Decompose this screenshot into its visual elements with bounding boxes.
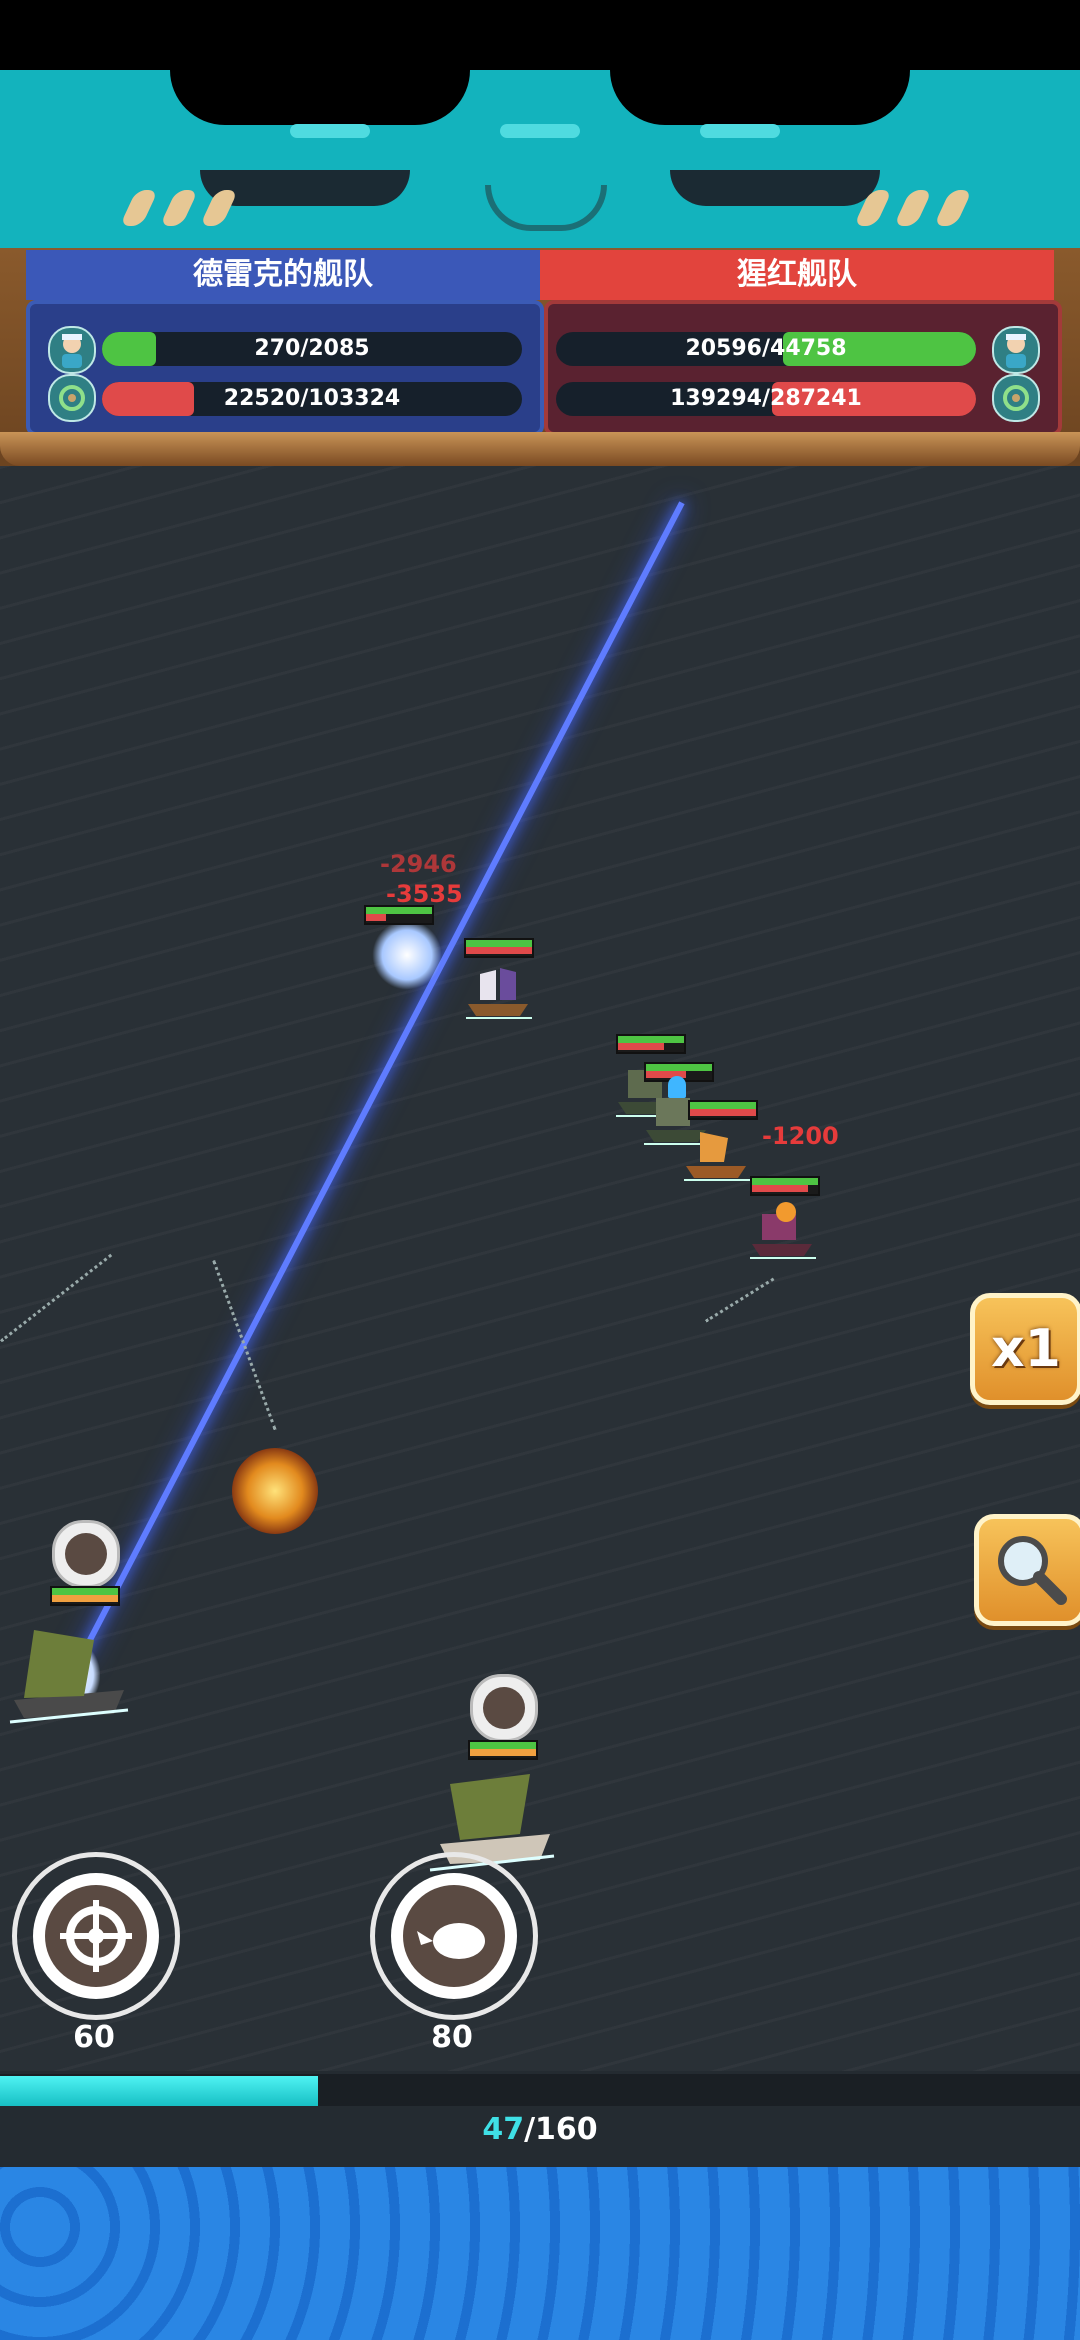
mascot-ear-gap [170, 70, 470, 125]
mascot-ear-gap [610, 70, 910, 125]
skill-button-cannon[interactable] [370, 1852, 538, 2020]
mascot-highlight [500, 124, 580, 138]
enemy-hp-bar [364, 905, 434, 925]
enemy-hp-bar [750, 1176, 820, 1196]
right-ships-value: 139294/287241 [670, 386, 862, 411]
skill-cost-helm: 60 [73, 2020, 115, 2055]
ally-skill-indicator [470, 1674, 538, 1742]
enemy-ship-purple-galleon[interactable] [462, 960, 534, 1022]
ship-helm-icon [992, 374, 1040, 422]
mascot-eye-right [670, 170, 880, 206]
left-crew-value: 270/2085 [254, 336, 370, 361]
ship-helm-icon [48, 374, 96, 422]
ocean-waves-decoration [0, 2167, 1080, 2340]
energy-current: 47 [482, 2112, 525, 2147]
energy-separator: / [524, 2112, 536, 2147]
damage-number: -2946 [380, 850, 457, 878]
mascot-highlight [290, 124, 370, 138]
right-crew-value: 20596/44758 [685, 336, 847, 361]
enemy-ship-burning[interactable] [746, 1200, 818, 1262]
cannonball-icon [417, 1923, 485, 1959]
explosion-effect [232, 1448, 318, 1534]
right-crew-bar: 20596/44758 [556, 332, 976, 366]
magnifier-icon [998, 1536, 1067, 1605]
enemy-hp-bar [688, 1100, 758, 1120]
energy-bar-fill [0, 2076, 318, 2106]
left-team-name: 德雷克的舰队 [26, 250, 540, 300]
impact-flash [372, 920, 442, 990]
sailor-icon [992, 326, 1040, 374]
left-ships-value: 22520/103324 [223, 386, 401, 411]
enemy-ship-junk[interactable] [680, 1122, 752, 1184]
left-ships-bar: 22520/103324 [102, 382, 522, 416]
ally-hp-bar [50, 1586, 120, 1606]
ally-skill-indicator [52, 1520, 120, 1588]
right-team-name: 猩红舰队 [540, 250, 1054, 300]
speed-toggle-button[interactable]: x1 [970, 1293, 1080, 1405]
speed-label: x1 [991, 1319, 1061, 1379]
damage-number: -3535 [386, 880, 463, 908]
helm-wheel-icon [60, 1900, 132, 1972]
skill-button-helm[interactable] [12, 1852, 180, 2020]
energy-counter: 47/160 [0, 2112, 1080, 2147]
sailor-icon [48, 326, 96, 374]
damage-number: -1200 [762, 1122, 839, 1150]
skill-cost-cannon: 80 [431, 2020, 473, 2055]
mascot-banner [0, 70, 1080, 260]
mascot-highlight [700, 124, 780, 138]
enemy-hp-bar [464, 938, 534, 958]
enemy-hp-bar [616, 1034, 686, 1054]
ally-ship-left[interactable] [4, 1610, 134, 1730]
ally-hp-bar [468, 1740, 538, 1760]
panel-frame-bottom [0, 432, 1080, 466]
right-ships-bar: 139294/287241 [556, 382, 976, 416]
left-crew-bar: 270/2085 [102, 332, 522, 366]
energy-max: 160 [535, 2112, 598, 2147]
zoom-button[interactable] [974, 1514, 1080, 1626]
